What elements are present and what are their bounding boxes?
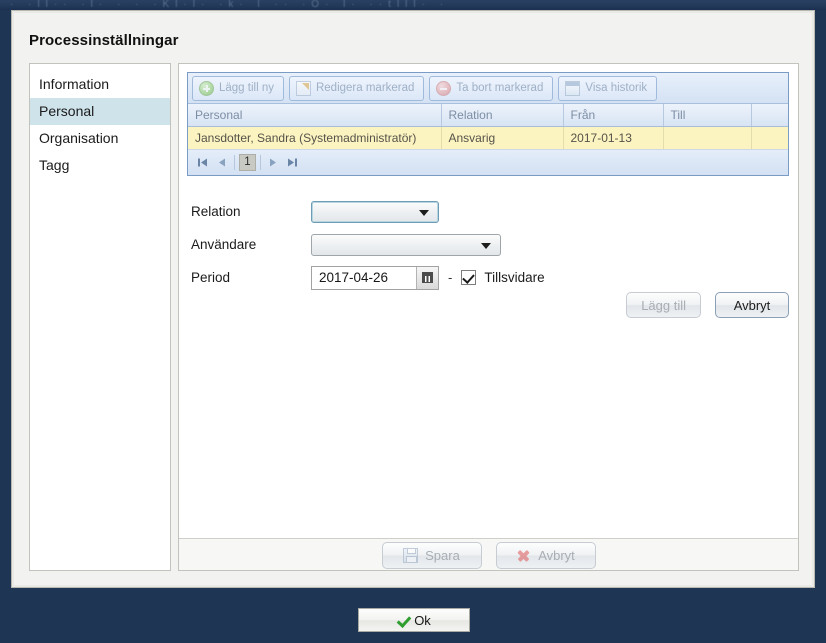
calendar-button[interactable] (416, 266, 438, 289)
footer-cancel-label: Avbryt (538, 547, 575, 563)
add-button[interactable]: Lägg till (626, 292, 701, 318)
chevron-down-icon (419, 209, 429, 216)
settings-sidebar: Information Personal Organisation Tagg (29, 63, 171, 571)
cell-fran: 2017-01-13 (563, 126, 664, 150)
sidebar-item-organisation[interactable]: Organisation (30, 125, 170, 152)
circle-minus-icon (436, 80, 452, 96)
column-header-relation[interactable]: Relation (441, 104, 564, 127)
cell-extra (751, 126, 788, 150)
table-header-row: Personal Relation Från Till (188, 104, 788, 127)
sidebar-item-personal[interactable]: Personal (30, 98, 170, 125)
period-separator: - (448, 270, 453, 285)
pencil-edit-icon (295, 80, 311, 96)
process-settings-dialog: Processinställningar Information Persona… (11, 10, 815, 588)
show-history-button[interactable]: Visa historik (558, 75, 658, 101)
tillsvidare-checkbox[interactable] (461, 270, 477, 285)
window-history-icon (565, 80, 581, 96)
chevron-down-icon (481, 242, 491, 249)
settings-content-panel: Lägg till ny Redigera markerad Ta bort m… (178, 63, 799, 571)
sidebar-item-tagg[interactable]: Tagg (30, 152, 170, 179)
personal-tab-content: Lägg till ny Redigera markerad Ta bort m… (179, 64, 798, 539)
relation-row: Relation (187, 195, 789, 228)
relation-select[interactable] (311, 200, 439, 223)
screen: · ·ll·· ·l· · · ·Kl·l· ·k· l ·· ·O· l· ·… (0, 0, 826, 643)
page-title: Processinställningar (29, 32, 179, 49)
period-from-input[interactable]: 2017-04-26 (311, 265, 439, 290)
pager-separator-left (234, 154, 235, 170)
cell-till (663, 126, 752, 150)
next-page-button[interactable] (265, 154, 282, 171)
personal-grid: Lägg till ny Redigera markerad Ta bort m… (187, 72, 789, 176)
add-new-label: Lägg till ny (219, 82, 274, 94)
period-from-value: 2017-04-26 (319, 270, 389, 285)
cancel-button[interactable]: Avbryt (715, 292, 789, 318)
edit-selected-button[interactable]: Redigera markerad (288, 75, 425, 101)
user-label: Användare (191, 237, 257, 252)
column-header-personal[interactable]: Personal (188, 104, 442, 127)
ok-button-label: Ok (414, 612, 431, 628)
tillsvidare-label: Tillsvidare (484, 270, 545, 285)
column-header-fran[interactable]: Från (563, 104, 664, 127)
delete-selected-label: Ta bort markerad (456, 82, 544, 94)
ok-button[interactable]: Ok (358, 608, 470, 632)
cell-personal: Jansdotter, Sandra (Systemadministratör) (188, 126, 442, 150)
add-new-button[interactable]: Lägg till ny (192, 75, 284, 101)
current-page-indicator[interactable]: 1 (239, 153, 256, 171)
content-footer: Spara Avbryt (179, 540, 798, 570)
grid-pager: 1 (188, 149, 788, 175)
delete-selected-button[interactable]: Ta bort markerad (429, 75, 554, 101)
relation-form: Relation Användare Period 2017-04-26 - T… (187, 195, 789, 294)
check-icon (397, 614, 409, 626)
edit-selected-label: Redigera markerad (315, 82, 415, 94)
bottom-bar: Ok (0, 588, 826, 643)
period-row: Period 2017-04-26 - Tillsvidare (187, 261, 789, 294)
show-history-label: Visa historik (585, 82, 648, 94)
form-action-buttons: Lägg till Avbryt (626, 292, 789, 318)
pager-separator-right (260, 154, 261, 170)
calendar-icon (422, 272, 433, 283)
personal-table: Personal Relation Från Till Jansdotter, … (188, 104, 788, 150)
footer-cancel-button[interactable]: Avbryt (495, 541, 596, 569)
table-row[interactable]: Jansdotter, Sandra (Systemadministratör)… (188, 126, 788, 150)
save-disk-icon (403, 547, 419, 563)
column-header-till[interactable]: Till (663, 104, 752, 127)
user-row: Användare (187, 228, 789, 261)
grid-toolbar: Lägg till ny Redigera markerad Ta bort m… (188, 73, 788, 104)
sidebar-item-information[interactable]: Information (30, 71, 170, 98)
relation-label: Relation (191, 204, 241, 219)
first-page-button[interactable] (194, 154, 211, 171)
column-header-extra[interactable] (751, 104, 788, 127)
save-button[interactable]: Spara (381, 541, 482, 569)
circle-plus-icon (199, 80, 214, 96)
previous-page-button[interactable] (213, 154, 230, 171)
cell-relation: Ansvarig (441, 126, 564, 150)
user-select[interactable] (311, 233, 501, 256)
period-label: Period (191, 270, 231, 285)
save-button-label: Spara (425, 547, 460, 563)
background-window-strip: · ·ll·· ·l· · · ·Kl·l· ·k· l ·· ·O· l· ·… (0, 0, 826, 10)
background-window-text: · ·ll·· ·l· · · ·Kl·l· ·k· l ·· ·O· l· ·… (10, 0, 450, 10)
close-x-icon (516, 548, 531, 563)
last-page-button[interactable] (284, 154, 301, 171)
